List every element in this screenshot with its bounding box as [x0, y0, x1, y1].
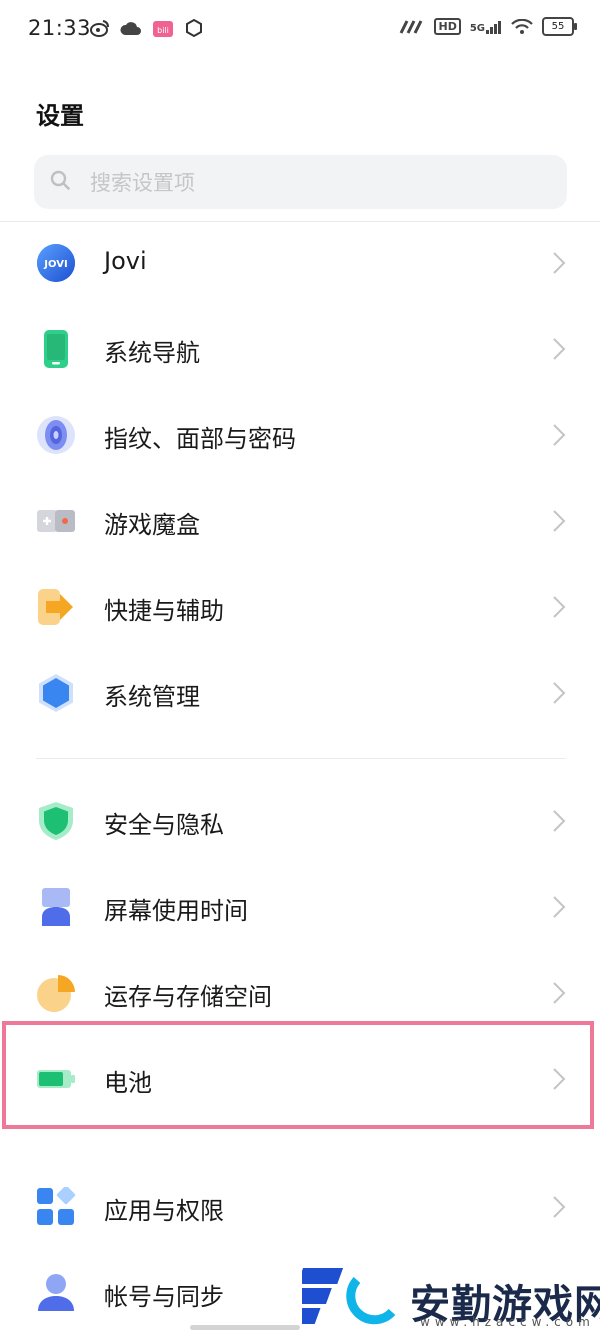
status-left-icons: bili	[90, 18, 204, 38]
account-icon	[38, 1274, 74, 1311]
storage-pie-icon	[37, 975, 75, 1012]
hexagon-icon	[186, 18, 202, 38]
apps-grid-icon	[37, 1187, 76, 1225]
highlight-box	[2, 1021, 594, 1129]
settings-item-label: Jovi	[104, 247, 147, 275]
settings-item-security-privacy[interactable]: 安全与隐私	[0, 779, 600, 865]
settings-item-label: 安全与隐私	[104, 811, 224, 839]
settings-item-apps-permissions[interactable]: 应用与权限	[0, 1165, 600, 1251]
chevron-right-icon	[553, 596, 566, 618]
search-input[interactable]	[88, 155, 552, 211]
hourglass-icon	[42, 888, 70, 926]
search-icon	[50, 170, 70, 190]
hexagon-system-icon	[39, 674, 73, 712]
hd-icon: HD	[434, 18, 461, 35]
gamepad-icon	[37, 510, 75, 532]
cloud-icon	[120, 22, 141, 35]
status-time: 21:33	[28, 16, 92, 40]
chevron-right-icon	[553, 982, 566, 1004]
settings-item-label: 游戏魔盒	[104, 511, 200, 539]
chevron-right-icon	[553, 1196, 566, 1218]
settings-item-label: 指纹、面部与密码	[104, 425, 296, 453]
phone-navigation-icon	[44, 330, 68, 368]
settings-item-label: 系统管理	[104, 683, 200, 711]
settings-item-label: 运存与存储空间	[104, 983, 272, 1011]
weibo-icon	[90, 20, 109, 37]
settings-item-label: 屏幕使用时间	[104, 897, 248, 925]
settings-item-label: 帐号与同步	[104, 1283, 224, 1311]
chevron-right-icon	[553, 682, 566, 704]
watermark-url: www.hzaccw.com	[420, 1315, 595, 1329]
shield-icon	[39, 802, 73, 840]
status-right-icons: HD 5G 55	[399, 17, 577, 36]
chevron-right-icon	[553, 338, 566, 360]
settings-item-label: 应用与权限	[104, 1197, 224, 1225]
search-bar[interactable]	[34, 155, 567, 211]
page-title: 设置	[36, 102, 84, 130]
chevron-right-icon	[553, 510, 566, 532]
jovi-icon: JOVI	[37, 244, 75, 282]
chevron-right-icon	[553, 424, 566, 446]
watermark: 安勤游戏网 www.hzaccw.com	[302, 1258, 600, 1333]
bilibili-icon: bili	[153, 21, 173, 37]
divider	[36, 758, 566, 759]
settings-item-jovi[interactable]: JOVI Jovi	[0, 221, 600, 307]
settings-item-system-management[interactable]: 系统管理	[0, 651, 600, 737]
settings-item-label: 系统导航	[104, 339, 200, 367]
settings-item-system-navigation[interactable]: 系统导航	[0, 307, 600, 393]
svg-text:JOVI: JOVI	[43, 259, 67, 270]
settings-item-screen-time[interactable]: 屏幕使用时间	[0, 865, 600, 951]
settings-item-shortcuts[interactable]: 快捷与辅助	[0, 565, 600, 651]
watermark-logo-icon	[302, 1268, 396, 1325]
svg-text:bili: bili	[157, 26, 169, 35]
home-indicator[interactable]	[190, 1325, 300, 1330]
fingerprint-icon	[37, 416, 75, 454]
status-bar: 21:33 bili HD 5G 55	[0, 0, 600, 58]
battery-icon: 55	[542, 17, 577, 36]
settings-item-label: 快捷与辅助	[104, 597, 224, 625]
arrow-shortcut-icon	[38, 589, 73, 625]
5g-signal-icon: 5G	[470, 20, 502, 34]
signal-icon	[400, 19, 423, 34]
chevron-right-icon	[553, 810, 566, 832]
settings-item-fingerprint[interactable]: 指纹、面部与密码	[0, 393, 600, 479]
chevron-right-icon	[553, 252, 566, 274]
settings-item-game-box[interactable]: 游戏魔盒	[0, 479, 600, 565]
chevron-right-icon	[553, 896, 566, 918]
wifi-icon	[511, 18, 533, 34]
